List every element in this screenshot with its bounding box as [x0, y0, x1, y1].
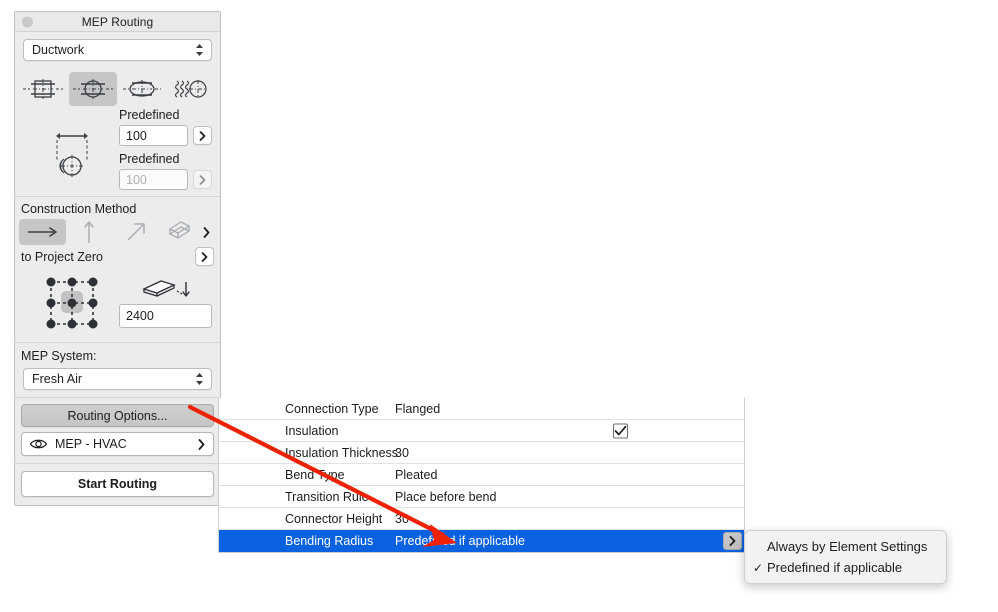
width-input[interactable]: 100 [119, 125, 188, 146]
mep-system-label: MEP System: [21, 349, 97, 363]
property-name: Bend Type [285, 467, 345, 482]
height-label: Predefined [119, 152, 180, 166]
offset-input[interactable]: 2400 [119, 304, 212, 328]
layer-row[interactable]: MEP - HVAC [21, 432, 214, 456]
duct-shape-buttons [15, 68, 220, 106]
flexible-duct-icon[interactable] [168, 72, 216, 106]
table-row-selected[interactable]: Bending Radius Predefined if applicable [219, 530, 744, 552]
round-duct-icon[interactable] [68, 72, 117, 106]
width-label: Predefined [119, 108, 180, 122]
diagonal-arrow-icon[interactable] [113, 219, 160, 245]
property-value: 30 [395, 445, 409, 460]
construction-method-section: Construction Method to Project Zero 2400 [15, 197, 220, 343]
horizontal-arrow-icon[interactable] [19, 219, 66, 245]
checkmark-icon [614, 425, 627, 435]
property-name: Transition Rule [285, 489, 369, 504]
table-row[interactable]: Transition Rule Place before bend [219, 486, 744, 508]
property-value: 30 [395, 511, 409, 526]
table-row[interactable]: Connector Height 30 [219, 508, 744, 530]
menu-item-always-by-element-settings[interactable]: Always by Element Settings [745, 536, 946, 557]
mep-system-section: MEP System: Fresh Air [15, 343, 220, 398]
menu-item-label: Always by Element Settings [767, 539, 928, 554]
layer-chevron-right-icon[interactable] [198, 438, 205, 450]
eye-icon [29, 438, 48, 450]
routing-options-property-table: Connection Type Flanged Insulation Insul… [218, 398, 745, 553]
start-section: Start Routing [15, 471, 220, 497]
table-row[interactable]: Insulation Thickness 30 [219, 442, 744, 464]
duct-type-section: Ductwork Predefined 100 Predefined 100 [15, 39, 220, 197]
updown-chevrons-icon [195, 43, 204, 57]
reference-level-chevron-right-icon[interactable] [195, 247, 214, 266]
property-name: Connection Type [285, 401, 379, 416]
menu-item-predefined-if-applicable[interactable]: ✓ Predefined if applicable [745, 557, 946, 578]
height-options-chevron-right-icon[interactable] [193, 170, 212, 189]
checkmark-icon: ✓ [752, 560, 764, 575]
layer-name: MEP - HVAC [55, 437, 127, 451]
property-name: Insulation Thickness [285, 445, 399, 460]
insulation-checkbox[interactable] [613, 423, 628, 438]
updown-chevrons-icon [195, 372, 204, 386]
start-routing-button[interactable]: Start Routing [21, 471, 214, 497]
property-value: Pleated [395, 467, 438, 482]
panel-collapse-dot-icon[interactable] [22, 16, 33, 27]
anchor-point-grid-icon[interactable] [23, 272, 119, 334]
table-row[interactable]: Bend Type Pleated [219, 464, 744, 486]
panel-titlebar: MEP Routing [15, 12, 220, 32]
routing-options-button[interactable]: Routing Options... [21, 404, 214, 427]
mep-system-select[interactable]: Fresh Air [23, 368, 212, 390]
property-value: Predefined if applicable [395, 534, 525, 548]
property-name: Bending Radius [285, 534, 374, 548]
mep-system-value: Fresh Air [32, 372, 83, 386]
rectangular-duct-icon[interactable] [19, 72, 67, 106]
table-row[interactable]: Insulation [219, 420, 744, 442]
reference-level-label: to Project Zero [21, 249, 103, 264]
table-row[interactable]: Connection Type Flanged [219, 398, 744, 420]
property-value: Flanged [395, 401, 441, 416]
duct-type-select[interactable]: Ductwork [23, 39, 212, 61]
construction-method-header: Construction Method [21, 202, 137, 216]
routing-options-section: Routing Options... MEP - HVAC [15, 404, 220, 464]
property-name: Connector Height [285, 511, 383, 526]
bending-radius-chevron-right-icon[interactable] [723, 532, 742, 550]
screenshot-root: MEP Routing Ductwork Predefined 100 Pred… [0, 0, 998, 612]
duct-height-icon [23, 106, 119, 184]
height-input[interactable]: 100 [119, 169, 188, 190]
panel-title: MEP Routing [81, 14, 154, 29]
vertical-arrow-icon[interactable] [66, 219, 113, 245]
bending-radius-dropdown-menu: Always by Element Settings ✓ Predefined … [744, 530, 947, 584]
construction-more-chevron-right-icon[interactable] [198, 223, 216, 242]
mep-routing-panel: MEP Routing Ductwork Predefined 100 Pred… [14, 11, 221, 506]
oval-duct-icon[interactable] [119, 72, 167, 106]
width-options-chevron-right-icon[interactable] [193, 126, 212, 145]
property-value: Place before bend [395, 489, 497, 504]
property-name: Insulation [285, 423, 339, 438]
slanted-plane-icon[interactable] [160, 219, 198, 245]
menu-item-label: Predefined if applicable [767, 560, 903, 575]
plane-offset-icon [119, 278, 212, 300]
duct-type-value: Ductwork [32, 43, 85, 57]
